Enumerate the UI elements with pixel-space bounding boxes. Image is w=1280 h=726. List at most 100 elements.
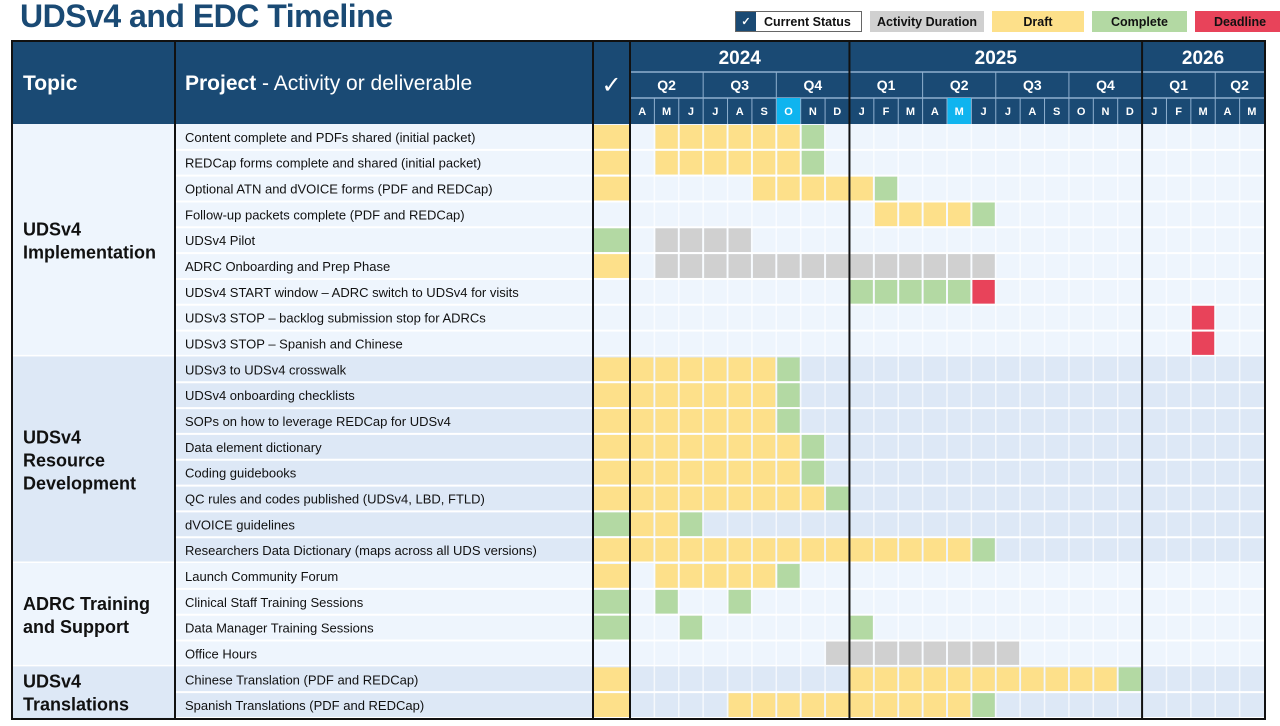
gantt-cell-draft <box>631 460 654 485</box>
gantt-cell-duration <box>899 641 922 666</box>
gantt-cell-duration <box>679 228 703 253</box>
gantt-cell-draft <box>704 486 727 511</box>
gantt-cell-draft <box>996 667 1020 692</box>
gantt-cell-deadline <box>1191 331 1215 356</box>
quarter-label: Q1 <box>1169 77 1188 93</box>
topic-label: UDSv4 <box>23 220 81 240</box>
month-label: M <box>662 106 671 118</box>
gantt-cell-draft <box>631 383 654 408</box>
gantt-cell-duration <box>850 641 873 666</box>
gantt-cell-deadline <box>1191 305 1215 330</box>
gantt-cell-duration <box>948 254 971 278</box>
gantt-cell-draft <box>850 667 873 692</box>
gantt-cell-draft <box>777 176 800 201</box>
gantt-cell-draft <box>631 538 654 563</box>
gantt-cell-draft <box>874 538 898 563</box>
quarter-label: Q2 <box>950 77 969 93</box>
project-label: Follow-up packets complete (PDF and REDC… <box>185 207 465 222</box>
gantt-cell-draft <box>728 693 751 717</box>
legend-draft: Draft <box>992 11 1084 32</box>
gantt-cell-draft <box>728 434 751 459</box>
gantt-cell-draft <box>631 409 654 433</box>
quarter-label: Q4 <box>1096 77 1115 93</box>
gantt-cell-draft <box>972 667 995 692</box>
gantt-cell-draft <box>850 693 873 717</box>
gantt-cell-draft <box>850 176 873 201</box>
gantt-cell-complete <box>728 589 751 614</box>
gantt-cell-draft <box>655 460 678 485</box>
month-label: A <box>1028 106 1036 118</box>
gantt-cell-draft <box>728 409 751 433</box>
gantt-cell-complete <box>972 693 995 717</box>
gantt-cell-draft <box>752 486 776 511</box>
project-label: QC rules and codes published (UDSv4, LBD… <box>185 491 485 506</box>
gantt-cell-draft <box>728 357 751 382</box>
gantt-cell-draft <box>728 125 751 149</box>
quarter-label: Q2 <box>657 77 676 93</box>
gantt-cell-draft <box>655 434 678 459</box>
status-cell-draft <box>593 538 630 563</box>
month-label: M <box>906 106 915 118</box>
project-label: Coding guidebooks <box>185 466 297 481</box>
gantt-cell-draft <box>826 538 849 563</box>
project-label: ADRC Onboarding and Prep Phase <box>185 259 390 274</box>
gantt-cell-draft <box>704 434 727 459</box>
status-cell-draft <box>593 564 630 588</box>
status-cell-draft <box>593 150 630 175</box>
gantt-cell-complete <box>850 279 873 304</box>
gantt-cell-draft <box>899 693 922 717</box>
gantt-cell-draft <box>631 486 654 511</box>
gantt-cell-draft <box>1045 667 1068 692</box>
gantt-cell-draft <box>826 176 849 201</box>
legend-deadline: Deadline <box>1195 11 1280 32</box>
gantt-cell-draft <box>899 667 922 692</box>
month-label: O <box>1077 106 1086 118</box>
gantt-cell-complete <box>826 486 849 511</box>
gantt-cell-draft <box>679 357 703 382</box>
gantt-cell-complete <box>948 279 971 304</box>
gantt-cell-draft <box>948 693 971 717</box>
status-cell-draft <box>593 460 630 485</box>
month-label: N <box>809 106 817 118</box>
gantt-cell-draft <box>777 125 800 149</box>
gantt-cell-duration <box>826 641 849 666</box>
gantt-cell-draft <box>655 383 678 408</box>
gantt-cell-draft <box>704 460 727 485</box>
gantt-cell-draft <box>655 125 678 149</box>
month-label: M <box>1198 106 1207 118</box>
legend-activity-duration: Activity Duration <box>870 11 984 32</box>
month-label: A <box>638 106 646 118</box>
month-label: A <box>1223 106 1231 118</box>
project-label: Content complete and PDFs shared (initia… <box>185 130 475 145</box>
gantt-cell-duration <box>972 254 995 278</box>
gantt-cell-duration <box>728 254 751 278</box>
topic-label: UDSv4 <box>23 672 81 692</box>
year-label: 2025 <box>975 48 1018 69</box>
status-cell-draft <box>593 667 630 692</box>
status-cell-complete <box>593 512 630 537</box>
project-label: Clinical Staff Training Sessions <box>185 595 364 610</box>
gantt-cell-complete <box>679 615 703 640</box>
status-cell-draft <box>593 176 630 201</box>
gantt-cell-draft <box>655 357 678 382</box>
project-label: UDSv3 STOP – backlog submission stop for… <box>185 311 486 326</box>
gantt-cell-draft <box>801 538 825 563</box>
quarter-label: Q1 <box>877 77 896 93</box>
month-label: F <box>883 106 890 118</box>
gantt-cell-complete <box>899 279 922 304</box>
gantt-cell-draft <box>801 693 825 717</box>
project-label: UDSv4 Pilot <box>185 233 255 248</box>
gantt-cell-duration <box>704 254 727 278</box>
project-label: REDCap forms complete and shared (initia… <box>185 156 481 171</box>
project-label: Optional ATN and dVOICE forms (PDF and R… <box>185 182 493 197</box>
gantt-cell-draft <box>728 486 751 511</box>
topic-label: Translations <box>23 695 129 715</box>
gantt-cell-draft <box>948 538 971 563</box>
quarter-label: Q3 <box>1023 77 1042 93</box>
month-label: A <box>931 106 939 118</box>
gantt-cell-draft <box>679 383 703 408</box>
gantt-cell-duration <box>826 254 849 278</box>
header-project: Project - Activity or deliverable <box>185 72 472 95</box>
project-label: UDSv4 onboarding checklists <box>185 388 355 403</box>
quarter-label: Q4 <box>804 77 823 93</box>
